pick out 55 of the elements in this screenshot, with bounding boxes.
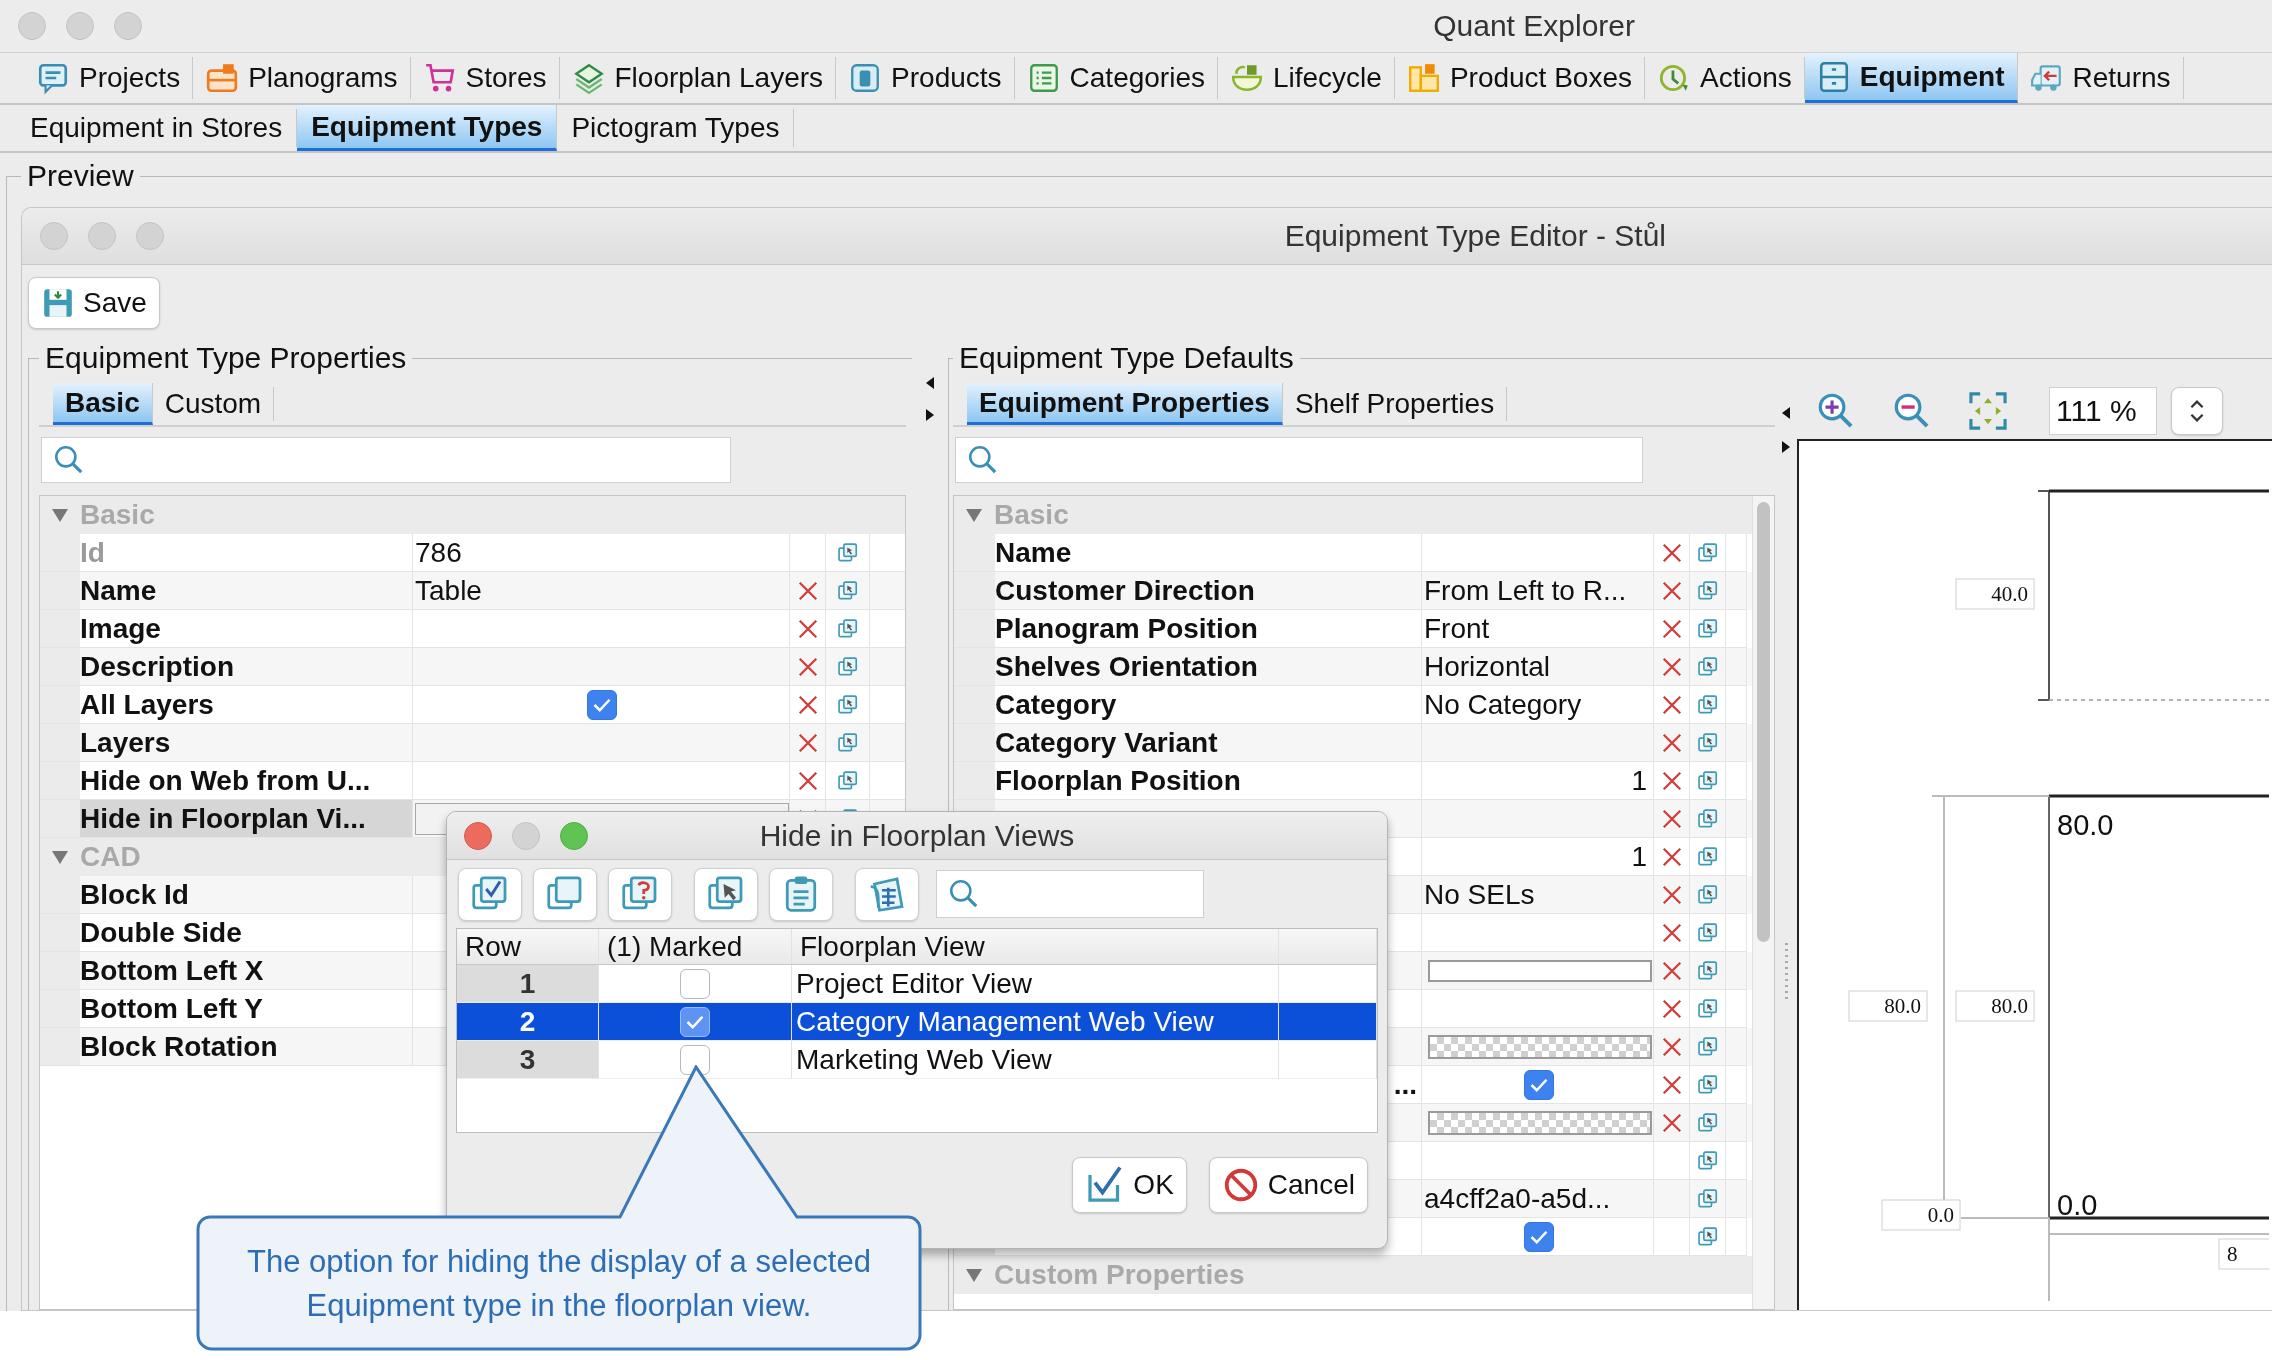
group-title: Custom Properties: [994, 1259, 1245, 1291]
property-name: Double Side: [80, 915, 243, 950]
dimension-label: 8: [2218, 1238, 2269, 1270]
group-title: Preview: [26, 159, 135, 193]
table-cell: Project Editor View: [796, 967, 1033, 1000]
dimension-label: 80.0: [1955, 990, 2035, 1022]
callout-text: The option for hiding the display of a selected Equipment type in the floorplan view.: [246, 1243, 872, 1325]
property-name: ...: [1392, 1067, 1418, 1102]
dialog-title: Hide in Floorplan Views: [759, 818, 1075, 852]
property-value: Horizontal: [1424, 650, 1551, 683]
table-cell: Marketing Web View: [796, 1043, 1052, 1076]
property-name: Bottom Left Y: [80, 991, 265, 1026]
property-value: 1: [1631, 764, 1647, 797]
property-name: All Layers: [80, 687, 215, 722]
property-value: 786: [415, 536, 462, 569]
row-number: 2: [457, 1003, 599, 1041]
table-cell: Category Management Web View: [796, 1005, 1214, 1038]
property-value: Table: [415, 574, 482, 607]
group-title: CAD: [80, 841, 141, 873]
window-title: Quant Explorer: [1433, 9, 1635, 43]
property-name: Block Rotation: [80, 1029, 279, 1064]
property-name: Category: [995, 687, 1118, 722]
property-value: No SELs: [1424, 878, 1535, 911]
property-value: Front: [1424, 612, 1490, 645]
property-name: Floorplan Position: [995, 763, 1242, 798]
group-title: Equipment Type Defaults: [958, 341, 1295, 375]
property-name: Name: [80, 573, 158, 608]
property-value: a4cff2a0-a5d...: [1424, 1182, 1611, 1215]
property-value: From Left to R...: [1424, 574, 1627, 607]
property-name: Description: [80, 649, 236, 684]
property-name: Shelves Orientation: [995, 649, 1259, 684]
dimension-label: 0.0: [1881, 1199, 1961, 1231]
property-name: Name: [995, 535, 1073, 570]
property-value: No Category: [1424, 688, 1582, 721]
property-name: Hide in Floorplan Vi...: [80, 800, 412, 837]
window-title: Equipment Type Editor - Stůl: [1284, 219, 1666, 253]
corner-label: 80.0: [2057, 809, 2114, 841]
property-name: Block Id: [80, 877, 190, 912]
property-name: Layers: [80, 725, 172, 760]
row-number: 1: [457, 965, 599, 1003]
dimension-label: 80.0: [1848, 990, 1928, 1022]
property-name: Image: [80, 611, 162, 646]
property-name: Hide on Web from U...: [80, 763, 372, 798]
property-name: Planogram Position: [995, 611, 1259, 646]
property-name: Category Variant: [995, 725, 1219, 760]
group-title: Equipment Type Properties: [44, 341, 408, 375]
property-name: Id: [80, 535, 106, 570]
row-number: 3: [457, 1041, 599, 1079]
group-title: Basic: [80, 499, 155, 531]
property-name: Customer Direction: [995, 573, 1256, 608]
property-name: Bottom Left X: [80, 953, 265, 988]
dimension-label: 40.0: [1955, 578, 2035, 610]
group-title: Basic: [994, 499, 1069, 531]
corner-label: 0.0: [2057, 1189, 2098, 1221]
property-value: 1: [1631, 840, 1647, 873]
